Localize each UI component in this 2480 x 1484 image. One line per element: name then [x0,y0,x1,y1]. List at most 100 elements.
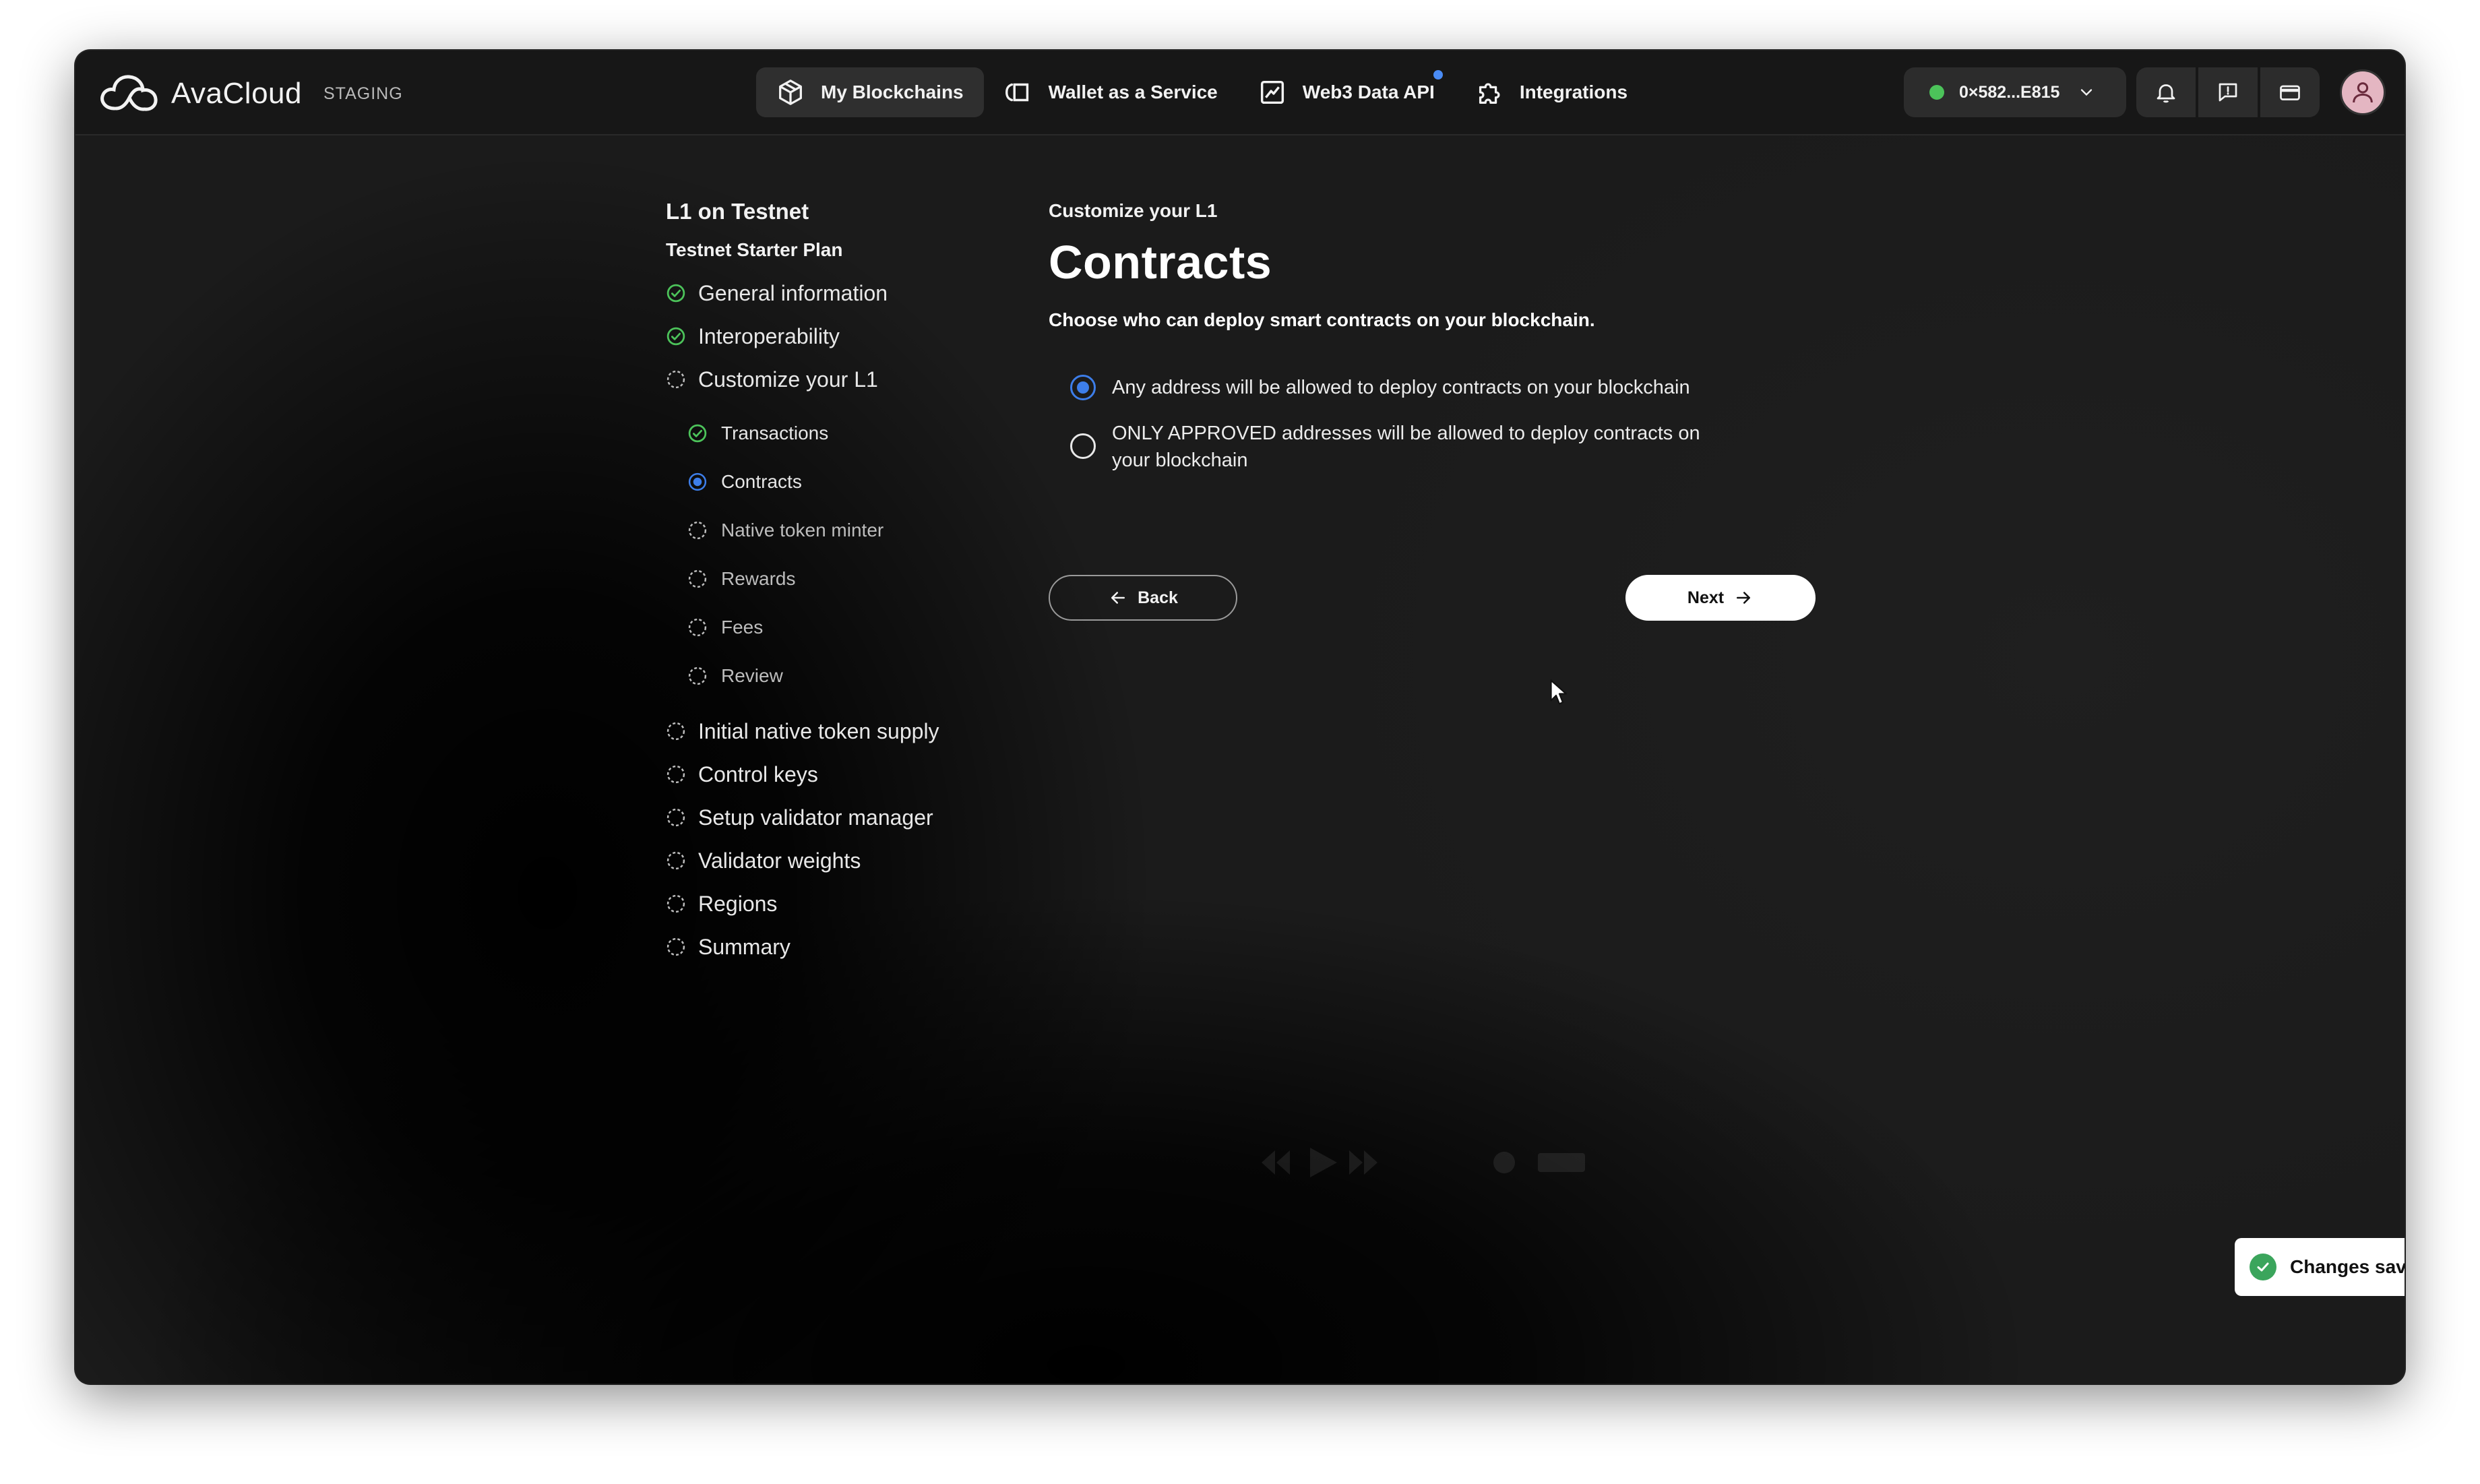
nav-wallet-as-a-service[interactable]: Wallet as a Service [984,67,1238,117]
arrow-right-icon [1737,592,1751,604]
nav-label: Integrations [1519,82,1628,102]
feedback-button[interactable] [2198,67,2258,117]
nav-label: Wallet as a Service [1048,82,1218,102]
next-button[interactable]: Next [1625,575,1816,621]
dashed-circle-icon [666,851,685,870]
nav-label: My Blockchains [821,82,964,102]
step-validator-weights[interactable]: Validator weights [666,839,1043,882]
top-navigation-bar: AvaCloud STAGING My Blockchains Wallet a… [75,51,2405,135]
dashed-circle-icon [666,765,685,784]
current-step-icon [688,472,707,491]
dashed-circle-icon [666,808,685,827]
step-label: Initial native token supply [698,718,939,743]
success-check-icon [2250,1254,2276,1280]
bell-icon [2157,84,2175,103]
step-regions[interactable]: Regions [666,882,1043,925]
nav-integrations[interactable]: Integrations [1455,67,1648,117]
substep-transactions[interactable]: Transactions [687,409,1043,458]
feedback-icon [2219,83,2237,102]
substep-native-token-minter[interactable]: Native token minter [687,506,1043,555]
avacloud-logo-icon [100,75,158,111]
dashed-circle-icon [666,722,685,741]
step-setup-validator-manager[interactable]: Setup validator manager [666,796,1043,839]
app-name: AvaCloud [171,77,302,110]
page-title: Contracts [1049,236,1272,288]
dashed-circle-icon [688,521,707,540]
wallet-icon [1005,83,1028,102]
dashed-circle-icon [666,370,685,389]
form-actions: Back Next [1049,575,1817,621]
mouse-cursor-icon [1550,679,1568,705]
dashed-circle-icon [688,618,707,637]
step-summary[interactable]: Summary [666,925,1043,968]
nav-label: Web3 Data API [1302,82,1435,102]
avatar[interactable] [2340,69,2386,115]
nav-web3-data-api[interactable]: Web3 Data API [1238,67,1455,117]
step-label: General information [698,280,888,305]
substep-fees[interactable]: Fees [687,603,1043,652]
option-any-address[interactable]: Any address will be allowed to deploy co… [1070,374,1824,401]
progress-stepper: L1 on Testnet Testnet Starter Plan Gener… [666,199,1043,968]
step-label: Setup validator manager [698,805,933,830]
contracts-form: Customize your L1 Contracts Choose who c… [1049,200,1824,621]
page-description: Choose who can deploy smart contracts on… [1049,309,1595,330]
wallet-address: 0×582...E815 [1959,82,2060,102]
background-media-controls-icon [1262,1148,1585,1177]
app-window: AvaCloud STAGING My Blockchains Wallet a… [75,51,2405,1384]
notification-dot [1433,70,1443,80]
step-label: Control keys [698,762,818,786]
brand[interactable]: AvaCloud STAGING [96,67,403,121]
option-label: ONLY APPROVED addresses will be allowed … [1112,423,1700,471]
cube-icon [779,80,802,105]
step-label: Interoperability [698,323,840,348]
option-only-approved[interactable]: ONLY APPROVED addresses will be allowed … [1070,420,1824,474]
notifications-button[interactable] [2136,67,2196,117]
step-control-keys[interactable]: Control keys [666,753,1043,796]
step-label: Summary [698,934,790,959]
substep-label: Fees [721,617,764,638]
section-eyebrow: Customize your L1 [1049,200,1218,221]
wallet-address-dropdown[interactable]: 0×582...E815 [1904,67,2126,117]
environment-badge: STAGING [323,84,403,103]
substep-label: Rewards [721,568,796,589]
connection-status-dot [1929,85,1944,100]
substep-list: Transactions Contracts Native token mint… [687,409,1043,700]
substep-rewards[interactable]: Rewards [687,555,1043,603]
card-icon [2280,85,2300,100]
plan-name: Testnet Starter Plan [666,239,843,260]
option-label: Any address will be allowed to deploy co… [1112,377,1690,398]
puzzle-icon [1479,83,1500,104]
main-nav: My Blockchains Wallet as a Service Web3 … [756,67,1648,117]
arrow-left-icon [1111,592,1125,604]
step-customize-your-l1[interactable]: Customize your L1 [666,358,1043,401]
step-initial-native-token-supply[interactable]: Initial native token supply [666,710,1043,753]
next-label: Next [1687,588,1725,607]
substep-contracts[interactable]: Contracts [687,458,1043,506]
step-general-information[interactable]: General information [666,272,1043,315]
check-circle-icon [688,424,707,443]
substep-label: Native token minter [721,520,884,540]
billing-button[interactable] [2260,67,2320,117]
user-icon [2353,82,2373,103]
check-circle-icon [666,327,685,346]
step-label: Regions [698,891,778,916]
check-circle-icon [666,284,685,303]
substep-review[interactable]: Review [687,652,1043,700]
nav-my-blockchains[interactable]: My Blockchains [756,67,984,117]
radio-button[interactable] [1070,433,1096,459]
dashed-circle-icon [688,569,707,588]
deploy-permission-radio-group: Any address will be allowed to deploy co… [1049,374,1824,474]
chart-icon [1260,80,1284,104]
step-label: Validator weights [698,848,861,873]
changes-saved-toast: Changes saved [2235,1238,2405,1296]
step-interoperability[interactable]: Interoperability [666,315,1043,358]
radio-button-selected[interactable] [1070,375,1096,400]
back-button[interactable]: Back [1049,575,1237,621]
substep-label: Transactions [721,423,829,443]
step-list: General information Interoperability Cus… [666,272,1043,968]
chevron-down-icon [2081,89,2092,96]
dashed-circle-icon [666,937,685,956]
stepper-title: L1 on Testnet [666,199,809,224]
dashed-circle-icon [688,667,707,685]
dashed-circle-icon [666,894,685,913]
